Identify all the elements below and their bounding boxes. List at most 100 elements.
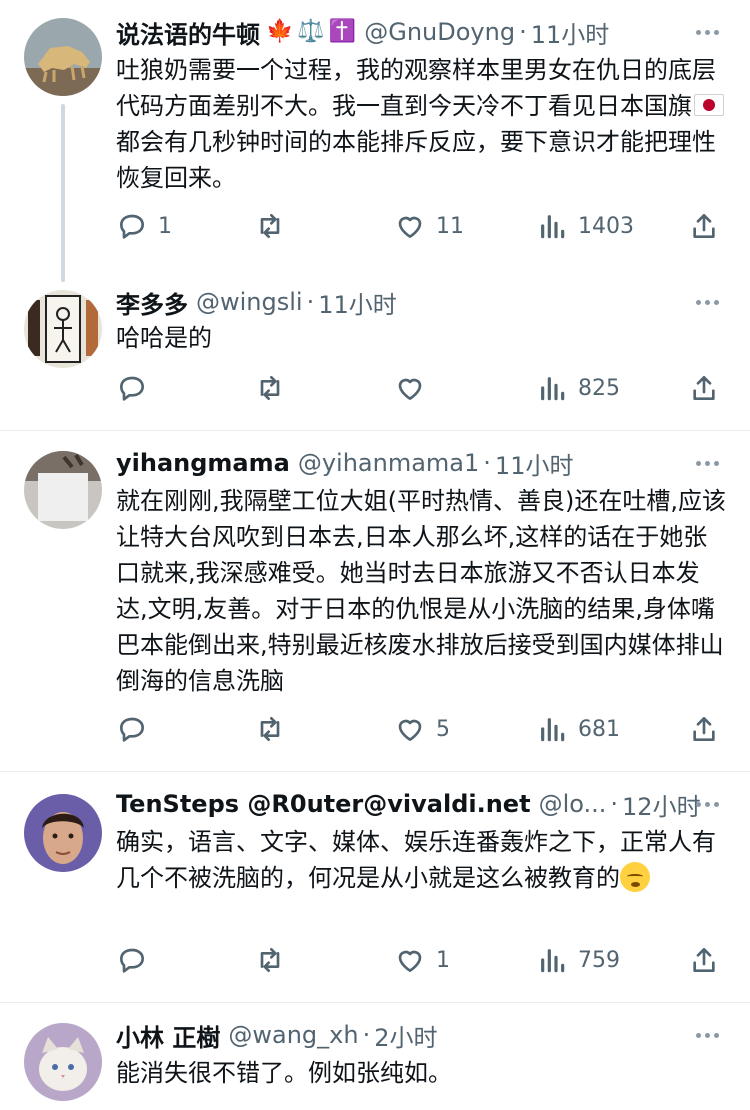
share-icon	[693, 376, 715, 400]
reply-button[interactable]	[116, 368, 158, 408]
japan-flag-icon	[694, 94, 724, 116]
tweet-1[interactable]: 说法语的牛顿 🍁 ⚖️ ✝️ @GnuDoyng · 11小时 吐狼奶需要一个过…	[0, 0, 750, 282]
tweet-text: 哈哈是的	[116, 324, 212, 352]
reply-button[interactable]: 1	[116, 206, 172, 246]
tweet-header: 小林 正樹 @wang_xh · 2小时	[116, 1015, 726, 1055]
views-icon	[541, 377, 565, 401]
handle[interactable]: @yihanmama1	[298, 449, 479, 477]
views-button[interactable]: 759	[536, 940, 620, 980]
display-name[interactable]: yihangmama	[116, 449, 290, 477]
separator-dot: ·	[519, 18, 527, 46]
scales-icon: ⚖️	[297, 19, 325, 44]
tweet-text: 确实，语言、文字、媒体、娱乐连番轰炸之下，正常人有几个不被洗脑的，何况是从小就是…	[116, 824, 730, 896]
display-name[interactable]: 李多多	[116, 285, 188, 320]
tweet-text: 就在刚刚,我隔壁工位大姐(平时热情、善良)还在吐槽,应该让特大台风吹到日本去,日…	[116, 487, 726, 695]
tweet-text-part-1: 吐狼奶需要一个过程，我的观察样本里男女在仇日的底层代码方面差别不大。我一直到今天…	[116, 56, 716, 120]
like-button[interactable]	[394, 368, 436, 408]
tweet-text: 吐狼奶需要一个过程，我的观察样本里男女在仇日的底层代码方面差别不大。我一直到今天…	[116, 52, 730, 196]
views-icon	[541, 949, 565, 973]
maple-leaf-icon: 🍁	[266, 19, 294, 44]
name-badges: 🍁 ⚖️ ✝️	[266, 21, 356, 43]
like-button[interactable]: 5	[394, 709, 450, 749]
more-icon[interactable]	[692, 1020, 722, 1050]
views-count: 1403	[578, 213, 634, 239]
tweet-header: 李多多 @wingsli · 11小时	[116, 282, 726, 322]
retweet-icon	[260, 948, 280, 972]
timestamp[interactable]: 12小时	[622, 787, 701, 822]
avatar-yihangmama[interactable]	[24, 451, 102, 529]
timestamp[interactable]: 11小时	[318, 285, 397, 320]
share-icon	[693, 717, 715, 741]
retweet-button[interactable]	[254, 940, 296, 980]
like-count: 5	[436, 716, 450, 742]
views-count: 681	[578, 716, 620, 742]
more-icon[interactable]	[692, 17, 722, 47]
retweet-button[interactable]	[254, 709, 296, 749]
separator-dot: ·	[610, 790, 619, 818]
reply-button[interactable]	[116, 709, 158, 749]
handle[interactable]: @GnuDoyng	[364, 18, 515, 46]
action-bar: 5 681	[116, 709, 726, 749]
tweet-header: 说法语的牛顿 🍁 ⚖️ ✝️ @GnuDoyng · 11小时	[116, 12, 726, 52]
action-bar: 1 759	[116, 940, 726, 980]
heart-icon	[398, 950, 422, 972]
retweet-icon	[260, 376, 280, 400]
handle[interactable]: @wang_xh	[228, 1021, 358, 1049]
tweet-5[interactable]: 小林 正樹 @wang_xh · 2小时 能消失很不错了。例如张纯如。	[0, 1003, 750, 1110]
tweet-text-part-2: 都会有几秒钟时间的本能排斥反应，要下意识才能把理性恢复回来。	[116, 128, 716, 192]
retweet-icon	[260, 214, 280, 238]
retweet-icon	[260, 717, 280, 741]
thread-line	[61, 104, 65, 282]
views-count: 759	[578, 947, 620, 973]
avatar-wingsli[interactable]	[24, 290, 102, 368]
retweet-button[interactable]	[254, 206, 296, 246]
separator-dot: ·	[483, 449, 491, 477]
more-icon[interactable]	[692, 789, 722, 819]
more-icon[interactable]	[692, 448, 722, 478]
views-count: 825	[578, 375, 620, 401]
cross-icon: ✝️	[328, 19, 357, 44]
display-name[interactable]: 说法语的牛顿	[116, 15, 260, 50]
separator-dot: ·	[306, 288, 315, 316]
reply-icon	[120, 376, 144, 401]
heart-icon	[398, 719, 422, 741]
reply-icon	[120, 948, 144, 973]
retweet-button[interactable]	[254, 368, 296, 408]
share-icon	[693, 948, 715, 972]
separator-dot: ·	[362, 1021, 371, 1049]
views-button[interactable]: 681	[536, 709, 620, 749]
views-button[interactable]: 1403	[536, 206, 634, 246]
heart-icon	[398, 216, 422, 238]
views-button[interactable]: 825	[536, 368, 620, 408]
tweet-header: TenSteps @R0uter@vivaldi.net @lo... · 12…	[116, 784, 726, 824]
action-bar: 1 11 1403	[116, 206, 726, 246]
like-button[interactable]: 11	[394, 206, 464, 246]
reply-button[interactable]	[116, 940, 158, 980]
share-button[interactable]	[688, 940, 720, 980]
share-button[interactable]	[688, 709, 720, 749]
avatar-tensteps[interactable]	[24, 794, 102, 872]
views-icon	[541, 718, 565, 742]
tweet-3[interactable]: yihangmama @yihanmama1 · 11小时 就在刚刚,我隔壁工位…	[0, 431, 750, 771]
timestamp[interactable]: 11小时	[495, 446, 574, 481]
display-name[interactable]: TenSteps @R0uter@vivaldi.net	[116, 790, 531, 818]
timestamp[interactable]: 11小时	[531, 15, 610, 50]
share-button[interactable]	[688, 206, 720, 246]
reply-icon	[120, 717, 144, 742]
tweet-2[interactable]: 李多多 @wingsli · 11小时 哈哈是的 825	[0, 270, 750, 430]
like-button[interactable]: 1	[394, 940, 450, 980]
more-icon[interactable]	[692, 287, 722, 317]
handle[interactable]: @wingsli	[196, 288, 303, 316]
reply-count: 1	[158, 213, 172, 239]
avatar-gnudoyng[interactable]	[24, 18, 102, 96]
heart-icon	[398, 378, 422, 400]
views-icon	[541, 215, 565, 239]
display-name[interactable]: 小林 正樹	[116, 1018, 220, 1053]
handle[interactable]: @lo...	[539, 790, 607, 818]
tweet-text: 能消失很不错了。例如张纯如。	[116, 1059, 452, 1087]
timestamp[interactable]: 2小时	[374, 1018, 437, 1053]
avatar-wang-xh[interactable]	[24, 1023, 102, 1101]
share-button[interactable]	[688, 368, 720, 408]
tweet-4[interactable]: TenSteps @R0uter@vivaldi.net @lo... · 12…	[0, 772, 750, 1002]
reply-icon	[120, 214, 144, 239]
